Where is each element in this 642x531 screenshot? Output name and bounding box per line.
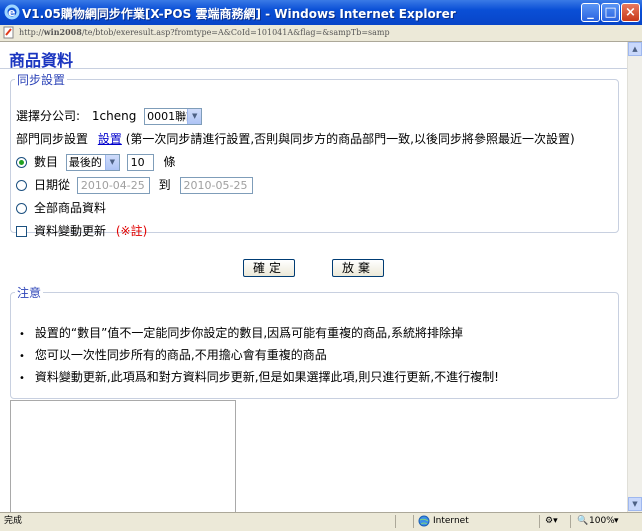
company-row: 選擇分公司: 1cheng 0001聯誠 ▼	[16, 107, 203, 125]
status-separator	[413, 515, 414, 528]
minimize-button[interactable]: _	[581, 3, 600, 22]
count-label: 數目	[34, 155, 59, 169]
dept-settings-link[interactable]: 設置	[98, 132, 122, 146]
window-title-bar: e V1.05購物網同步作業[X-POS 雲端商務網] - Windows In…	[0, 0, 642, 25]
dept-row: 部門同步設置 設置 (第一次同步請進行設置,否則與同步方的商品部門一致,以後同步…	[16, 130, 575, 147]
scroll-down-arrow-icon[interactable]: ▼	[628, 497, 642, 511]
chevron-down-icon: ▼	[104, 155, 119, 170]
svg-text:e: e	[8, 6, 15, 19]
cancel-button[interactable]: 放棄	[332, 259, 384, 277]
internet-zone-label: Internet	[433, 516, 469, 526]
update-note: (※註)	[115, 224, 148, 238]
vertical-scrollbar[interactable]: ▲ ▼	[627, 42, 642, 512]
date-to-label: 到	[158, 178, 171, 192]
all-label: 全部商品資料	[34, 201, 107, 215]
window-title: V1.05購物網同步作業[X-POS 雲端商務網] - Windows Inte…	[22, 7, 456, 21]
zoom-dropdown-icon[interactable]: ▾	[614, 515, 619, 528]
confirm-button[interactable]: 確定	[243, 259, 295, 277]
protected-mode-icon[interactable]: ⚙▾	[545, 515, 558, 528]
note-item: 設置的“數目”值不一定能同步你設定的數目,因爲可能有重複的商品,系統將排除掉	[19, 322, 499, 344]
dept-label: 部門同步設置	[16, 132, 89, 146]
status-separator	[570, 515, 571, 528]
note-item: 資料變動更新,此項爲和對方資料同步更新,但是如果選擇此項,則只進行更新,不進行複…	[19, 366, 499, 388]
sync-settings-legend: 同步設置	[17, 73, 66, 87]
company-user: 1cheng	[91, 109, 137, 123]
date-label: 日期從	[34, 178, 71, 192]
count-mode-select[interactable]: 最後的 ▼	[65, 154, 120, 171]
status-bar: 完成 Internet ⚙▾ 🔍 100% ▾	[0, 512, 642, 531]
notes-list: 設置的“數目”值不一定能同步你設定的數目,因爲可能有重複的商品,系統將排除掉 您…	[19, 322, 499, 388]
address-bar[interactable]: http://win2008/te/btob/exeresult.asp?fro…	[0, 25, 642, 42]
page-content: 商品資料 同步設置 選擇分公司: 1cheng 0001聯誠 ▼ 部門同步設置 設…	[0, 42, 627, 512]
sync-settings-group: 同步設置 選擇分公司: 1cheng 0001聯誠 ▼ 部門同步設置 設置 (第一…	[10, 71, 619, 238]
internet-zone-globe-icon	[418, 515, 430, 527]
scroll-up-arrow-icon[interactable]: ▲	[628, 42, 642, 56]
all-option-row: 全部商品資料	[16, 199, 106, 216]
embedded-frame	[10, 400, 236, 512]
count-option-row: 數目 最後的 ▼ 10 條	[16, 153, 176, 171]
status-separator	[539, 515, 540, 528]
all-radio[interactable]	[16, 203, 27, 214]
update-label: 資料變動更新	[34, 224, 107, 238]
count-radio[interactable]	[16, 157, 27, 168]
maximize-button[interactable]: □	[601, 3, 620, 22]
date-from-input[interactable]: 2010-04-25	[76, 177, 150, 194]
notes-legend: 注意	[17, 286, 42, 300]
update-checkbox[interactable]	[16, 226, 27, 237]
address-url[interactable]: http://win2008/te/btob/exeresult.asp?fro…	[19, 27, 390, 37]
close-button[interactable]: ×	[621, 3, 640, 22]
note-item: 您可以一次性同步所有的商品,不用擔心會有重複的商品	[19, 344, 499, 366]
zoom-icon[interactable]: 🔍	[577, 515, 588, 528]
zoom-level[interactable]: 100%	[589, 515, 615, 528]
company-select[interactable]: 0001聯誠 ▼	[144, 108, 203, 125]
count-input[interactable]: 10	[126, 154, 154, 171]
date-to-input[interactable]: 2010-05-25	[179, 177, 253, 194]
date-radio[interactable]	[16, 180, 27, 191]
company-label: 選擇分公司:	[16, 109, 81, 123]
count-unit: 條	[163, 155, 176, 169]
page-icon	[3, 26, 14, 39]
status-text: 完成	[4, 516, 23, 526]
update-row: 資料變動更新 (※註)	[16, 222, 147, 239]
date-option-row: 日期從 2010-04-25 到 2010-05-25	[16, 176, 253, 194]
chevron-down-icon: ▼	[187, 109, 202, 124]
dept-hint: (第一次同步請進行設置,否則與同步方的商品部門一致,以後同步將參照最近一次設置)	[125, 132, 575, 146]
title-divider	[0, 68, 627, 69]
status-separator	[395, 515, 396, 528]
internet-explorer-icon: e	[4, 4, 20, 20]
notes-group: 注意 設置的“數目”值不一定能同步你設定的數目,因爲可能有重複的商品,系統將排除…	[10, 284, 619, 399]
